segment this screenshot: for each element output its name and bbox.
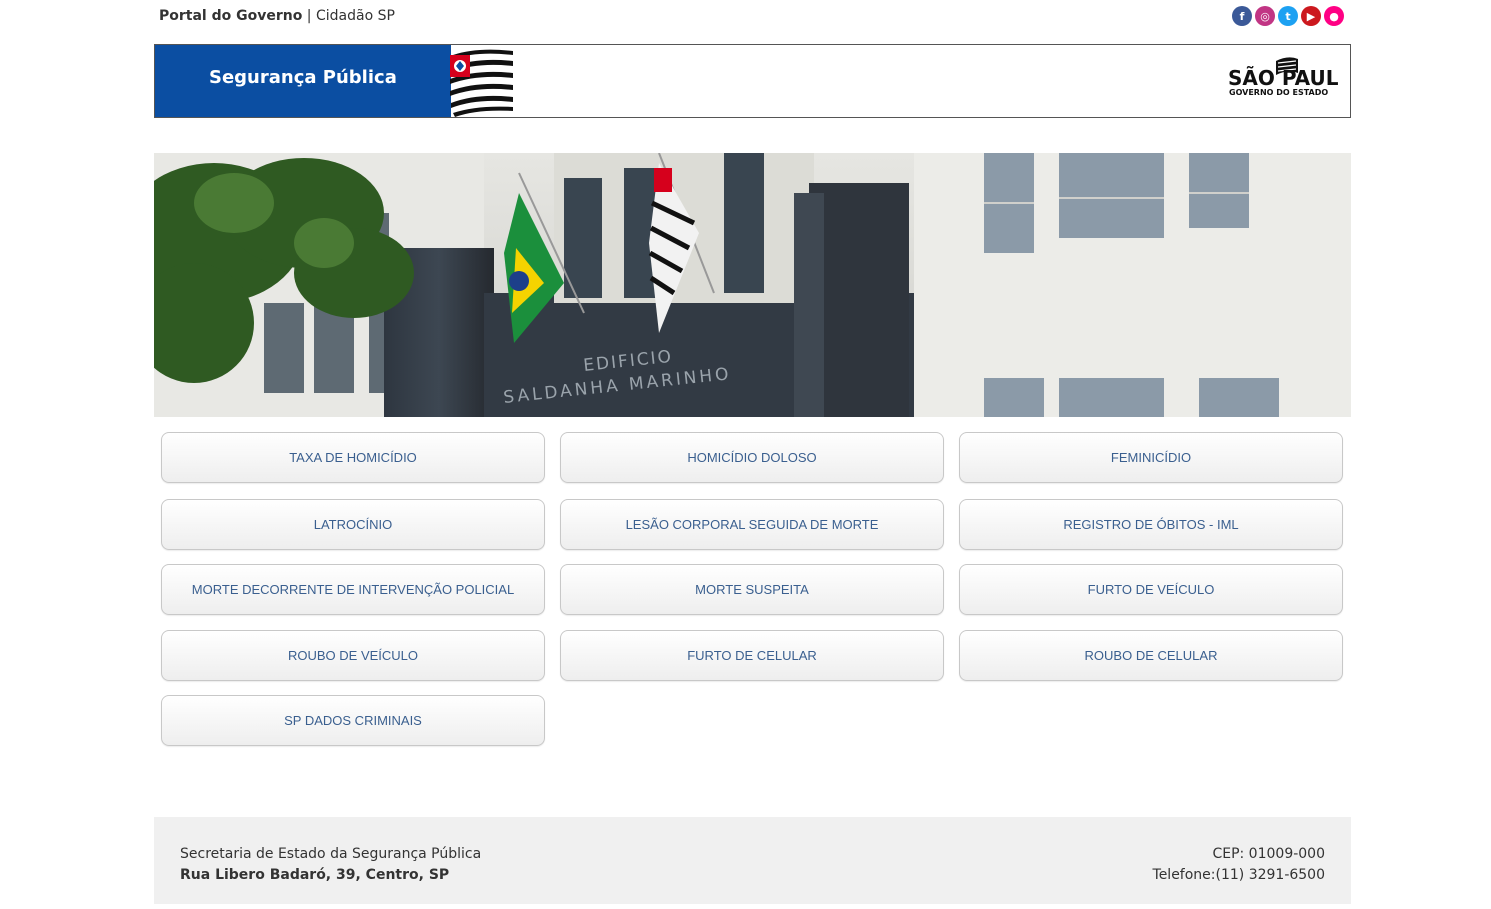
hero-building-photo: EDIFICIO SALDANHA MARINHO xyxy=(154,153,1351,417)
cidadao-sp-link[interactable]: Cidadão SP xyxy=(316,8,395,24)
stat-button-10[interactable]: ROUBO DE VEÍCULO xyxy=(161,630,545,681)
site-title[interactable]: Segurança Pública xyxy=(209,67,397,88)
footer-cep: CEP: 01009-000 xyxy=(1212,846,1325,862)
facebook-icon[interactable]: f xyxy=(1232,6,1252,26)
top-bar: Portal do Governo | Cidadão SP f ◎ t ▶ ● xyxy=(159,6,1349,28)
stat-button-3[interactable]: FEMINICÍDIO xyxy=(959,432,1343,483)
stat-button-1[interactable]: TAXA DE HOMICÍDIO xyxy=(161,432,545,483)
footer-left: Secretaria de Estado da Segurança Públic… xyxy=(180,844,481,886)
instagram-icon[interactable]: ◎ xyxy=(1255,6,1275,26)
stat-button-6[interactable]: REGISTRO DE ÓBITOS - IML xyxy=(959,499,1343,550)
stat-button-9[interactable]: FURTO DE VEÍCULO xyxy=(959,564,1343,615)
stat-button-12[interactable]: ROUBO DE CELULAR xyxy=(959,630,1343,681)
stat-button-8[interactable]: MORTE SUSPEITA xyxy=(560,564,944,615)
stat-button-13[interactable]: SP DADOS CRIMINAIS xyxy=(161,695,545,746)
stat-button-11[interactable]: FURTO DE CELULAR xyxy=(560,630,944,681)
flickr-icon[interactable]: ● xyxy=(1324,6,1344,26)
sp-flag-icon xyxy=(450,49,513,117)
header-banner: Segurança Pública SÃO PAULO GOVERNO DO E… xyxy=(154,44,1351,118)
footer-address: Rua Libero Badaró, 39, Centro, SP xyxy=(180,867,450,883)
stat-button-5[interactable]: LESÃO CORPORAL SEGUIDA DE MORTE xyxy=(560,499,944,550)
footer-org-name: Secretaria de Estado da Segurança Públic… xyxy=(180,846,482,862)
footer-phone: Telefone:(11) 3291-6500 xyxy=(1152,867,1325,883)
stat-button-7[interactable]: MORTE DECORRENTE DE INTERVENÇÃO POLICIAL xyxy=(161,564,545,615)
stat-button-4[interactable]: LATROCÍNIO xyxy=(161,499,545,550)
portal-do-governo-link[interactable]: Portal do Governo xyxy=(159,8,302,24)
youtube-icon[interactable]: ▶ xyxy=(1301,6,1321,26)
logo-main-text: SÃO PAULO xyxy=(1228,66,1338,90)
stat-button-2[interactable]: HOMICÍDIO DOLOSO xyxy=(560,432,944,483)
footer-right: CEP: 01009-000 Telefone:(11) 3291-6500 xyxy=(1153,844,1325,886)
topbar-separator: | xyxy=(302,8,316,24)
twitter-icon[interactable]: t xyxy=(1278,6,1298,26)
logo-sub-text: GOVERNO DO ESTADO xyxy=(1229,88,1328,97)
sao-paulo-governo-logo[interactable]: SÃO PAULO GOVERNO DO ESTADO xyxy=(1226,51,1338,111)
footer: Secretaria de Estado da Segurança Públic… xyxy=(154,817,1351,904)
social-links: f ◎ t ▶ ● xyxy=(1232,6,1344,26)
